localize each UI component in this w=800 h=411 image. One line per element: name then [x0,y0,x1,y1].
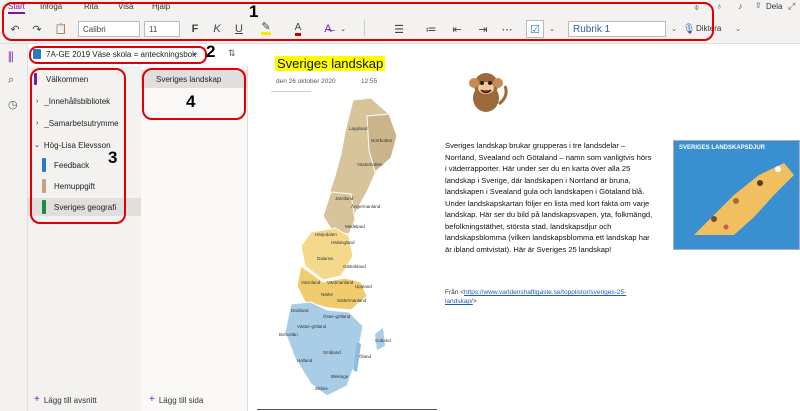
annotation-number: 2 [206,42,216,61]
source-suffix: > [472,298,477,305]
map-label: Blekinge [331,374,349,379]
title-underline [271,91,311,92]
landskapsdjur-poster-image: SVERIGES LANDSKAPSDJUR [673,140,800,250]
plus-icon: + [149,394,155,405]
map-label: Västerbotten [357,162,383,167]
bell-icon[interactable]: ♪ [738,1,743,11]
map-label: Gästrikland [343,264,366,269]
poster-title: SVERIGES LANDSKAPSDJUR [679,145,766,151]
map-label: Lappland [349,126,368,131]
page-time: 12:55 [361,78,378,85]
page-canvas[interactable]: Sveriges landskap den 26 oktober 2020 12… [249,44,800,411]
map-label: Norrbotten [371,138,393,143]
search-icon[interactable]: ⌕ [8,74,14,87]
chevron-down-icon[interactable]: ⌄ [734,20,742,38]
map-label: Småland [323,349,341,355]
annotation-box-sections [30,68,126,224]
annotation-number: 3 [108,148,118,167]
map-label: Halland [297,358,313,363]
map-label: Dalarna [317,256,333,261]
monkey-sticker-image [469,73,508,112]
map-label: Jämtland [335,196,354,201]
sweden-map-image: Lappland Norrbotten Västerbotten Jämtlan… [279,97,398,397]
page-date: den 26 oktober 2020 [276,78,336,85]
add-page-label: Lägg till sida [158,396,204,405]
map-label: Dalsland [291,308,309,313]
notebooks-icon[interactable]: ⫼ [8,50,14,65]
source-prefix: Från < [445,289,464,296]
source-line[interactable]: Från <https://www.varldenshaftigaste.se/… [445,288,653,306]
map-label: Värmland [301,280,321,285]
share-icon[interactable]: ⇪ [755,1,762,10]
add-section-label: Lägg till avsnitt [43,396,97,405]
annotation-box-ribbon [2,2,714,41]
navigation-rail: ⫼ ⌕ ◷ [0,44,28,411]
add-page-button[interactable]: + Lägg till sida [149,394,204,406]
map-label: Hälsingland [331,240,355,245]
map-label: Västmanland [327,280,354,285]
map-label: Ångermanland [351,203,381,209]
recent-icon[interactable]: ◷ [8,98,18,111]
map-label: Uppland [355,284,372,289]
map-label: Medelpad [345,224,365,229]
map-label: Väster-götland [297,324,327,329]
onenote-window: Start Infoga Rita Visa Hjälp ⌽ ♁ ♪ ⇪ Del… [0,0,800,411]
map-label: Öland [359,353,372,359]
map-label: Södermanland [337,298,367,303]
map-label: Öster-götland [323,313,351,319]
add-section-button[interactable]: + Lägg till avsnitt [34,394,97,406]
scroll-divider [257,409,437,410]
map-label: Härjedalen [315,232,337,237]
page-body-text[interactable]: Sveriges landskap brukar grupperas i tre… [445,140,653,255]
map-label: Gotland [375,338,391,343]
share-button[interactable]: Dela [766,2,782,11]
annotation-number: 4 [186,92,196,111]
annotation-box-notebook [29,46,207,64]
page-title[interactable]: Sveriges landskap [275,56,386,71]
plus-icon: + [34,394,40,405]
expand-icon[interactable]: ⤢ [788,1,795,12]
lightbulb-icon[interactable]: ♁ [716,1,723,11]
map-label: Bohuslän [279,332,298,337]
sort-icon[interactable]: ⇅ [228,48,236,59]
poster-art [694,163,794,235]
map-label: Närke [321,292,334,297]
map-label: Skåne [315,385,328,391]
annotation-number: 1 [249,2,259,21]
